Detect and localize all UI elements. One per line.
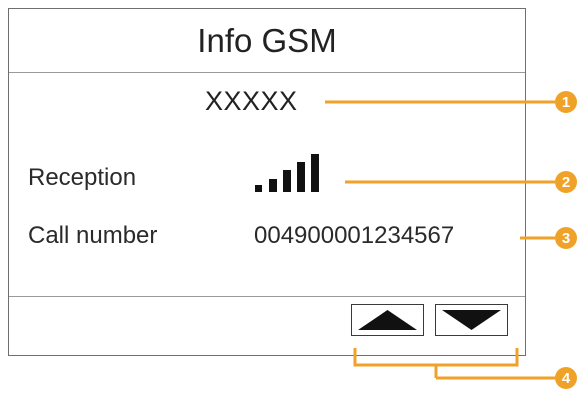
callout-badge-1: 1 (555, 91, 577, 113)
callout-badge-4: 4 (555, 367, 577, 389)
callout-badge-2: 2 (555, 171, 577, 193)
callout-badge-3: 3 (555, 227, 577, 249)
callout-lines (325, 100, 555, 380)
